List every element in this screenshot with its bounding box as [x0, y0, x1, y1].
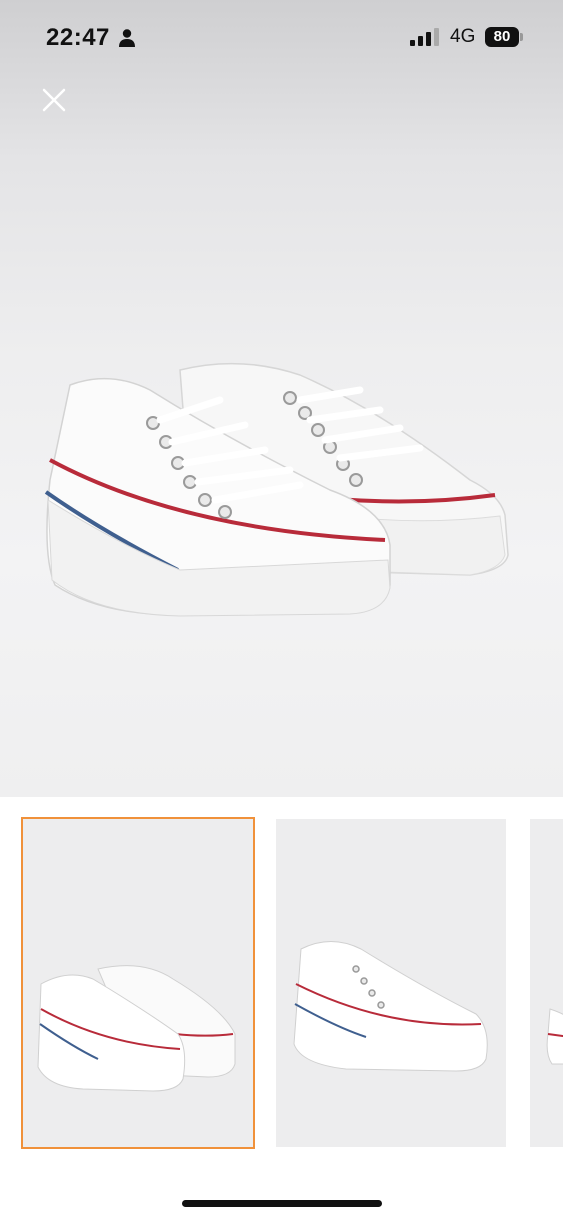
battery-cap [520, 33, 523, 41]
product-main-image[interactable] [0, 0, 563, 797]
status-bar: 22:47 4G 80 [0, 0, 563, 76]
thumbnail-strip[interactable] [0, 797, 563, 1157]
signal-bars-icon [410, 28, 439, 46]
network-type: 4G [450, 26, 476, 47]
status-time: 22:47 [46, 24, 110, 51]
thumbnail-3[interactable] [530, 819, 563, 1147]
person-icon [119, 29, 135, 47]
thumbnail-sneaker-partial-image [546, 1008, 563, 1065]
thumbnail-sneakers-pair-image [37, 965, 236, 1092]
battery-indicator: 80 [485, 27, 519, 47]
sneakers-image [44, 362, 509, 617]
thumbnail-2[interactable] [276, 819, 506, 1147]
close-icon[interactable] [38, 84, 70, 116]
thumbnail-sneaker-side-image [293, 941, 488, 1072]
home-indicator[interactable] [182, 1200, 382, 1207]
thumbnail-1[interactable] [21, 817, 255, 1149]
